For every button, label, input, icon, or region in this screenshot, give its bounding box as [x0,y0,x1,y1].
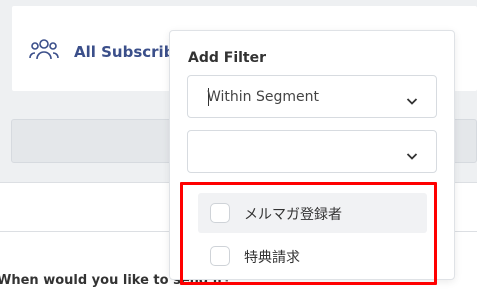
filter-type-value: Within Segment [207,89,319,105]
chevron-down-icon [406,91,418,105]
highlight-annotation [180,182,437,285]
chevron-down-icon [406,146,418,160]
segment-select[interactable] [187,130,437,173]
people-group-icon [29,38,59,62]
filter-type-select[interactable]: Within Segment [187,75,437,118]
add-filter-title: Add Filter [188,50,267,66]
